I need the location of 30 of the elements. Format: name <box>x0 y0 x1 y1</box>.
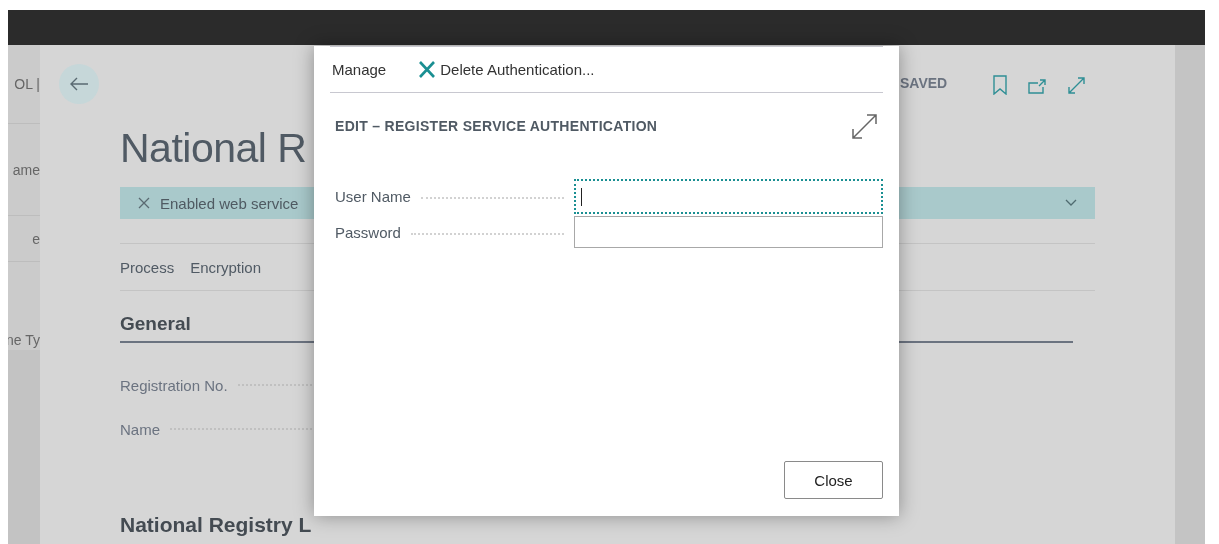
sidebar-item[interactable]: OL | <box>14 76 40 92</box>
delete-button[interactable]: Delete Authentication... <box>416 61 597 78</box>
chevron-down-icon[interactable] <box>1065 199 1077 207</box>
menu-button[interactable]: Manage <box>330 61 389 78</box>
back-button[interactable] <box>59 64 99 104</box>
sidebar-item[interactable]: e <box>32 230 40 247</box>
delete-x-icon <box>418 61 437 78</box>
action-tab[interactable]: Process <box>120 258 175 276</box>
section-title: National Registry L <box>120 513 313 537</box>
input-field[interactable] <box>574 178 883 214</box>
text-cursor <box>581 187 582 206</box>
back-arrow-icon <box>69 77 89 91</box>
open-new-window-icon[interactable] <box>1028 79 1046 94</box>
sidebar-item[interactable]: ame <box>12 161 40 178</box>
dialog-title: EDIT – REGISTER SERVICE AUTHENTICATION <box>335 118 658 134</box>
input-field[interactable] <box>574 216 883 248</box>
action-tab[interactable]: Encryption <box>190 258 278 276</box>
saved-status: SAVED <box>900 75 948 91</box>
field-label: Password <box>335 223 401 241</box>
page-title: National R <box>120 124 307 173</box>
close-icon[interactable] <box>138 197 150 209</box>
close-button[interactable]: Close <box>784 461 883 499</box>
section-title: General <box>120 313 191 335</box>
expand-icon[interactable] <box>1067 76 1086 95</box>
expand-icon[interactable] <box>851 112 878 140</box>
field-label: User Name <box>335 187 411 205</box>
field-label: Name <box>120 420 160 438</box>
notification-text: Enabled web service <box>160 194 299 212</box>
bookmark-icon[interactable] <box>993 75 1007 95</box>
field-label: Registration No. <box>120 376 228 394</box>
